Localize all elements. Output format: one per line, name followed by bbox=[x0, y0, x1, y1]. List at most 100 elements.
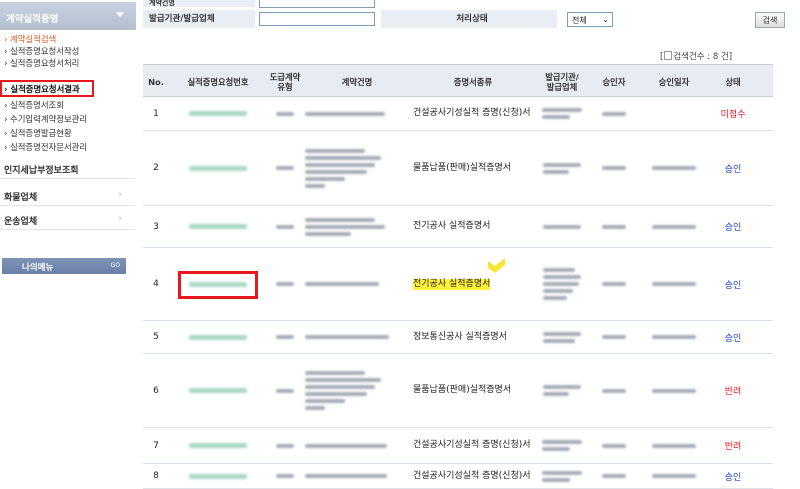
status-badge: 미접수 bbox=[720, 110, 746, 120]
sidebar-item-cert-inquiry[interactable]: › 실적증명서조회 bbox=[4, 99, 64, 111]
contract-name-input[interactable] bbox=[259, 0, 375, 8]
status-badge: 승인 bbox=[724, 472, 742, 483]
col-request-no: 실적증명요청번호 bbox=[187, 76, 249, 87]
sidebar-item-manual-contract[interactable]: › 수기입력계약정보관리 bbox=[4, 113, 87, 125]
approver bbox=[589, 354, 639, 427]
issuer bbox=[535, 206, 589, 247]
cert-type: 건설공사기성실적 증명(신청)서 bbox=[413, 440, 531, 450]
contract-name bbox=[305, 131, 409, 205]
contract-type bbox=[267, 354, 303, 427]
request-no-highlight bbox=[178, 271, 258, 299]
approval-date bbox=[639, 248, 709, 320]
result-count-bracket: [ bbox=[660, 52, 664, 62]
check-marker-icon bbox=[488, 258, 505, 273]
request-no-link[interactable] bbox=[169, 321, 267, 353]
sidebar-section-freight[interactable]: 화물업체 › bbox=[0, 184, 136, 206]
approval-date bbox=[639, 131, 709, 205]
contract-name bbox=[305, 464, 409, 488]
col-cert-type: 증명서종류 bbox=[453, 76, 493, 87]
col-contract-name: 계약건명 bbox=[341, 76, 373, 87]
contract-type bbox=[267, 97, 303, 130]
request-no-link[interactable] bbox=[169, 97, 267, 130]
section-label: 인지세납부정보조회 bbox=[4, 166, 79, 176]
approver bbox=[589, 321, 639, 353]
issuer bbox=[535, 464, 589, 488]
contract-type bbox=[267, 428, 303, 463]
chevron-down-icon: ⌄ bbox=[602, 15, 609, 24]
contract-type bbox=[267, 464, 303, 488]
cert-type: 정보통신공사 실적증명서 bbox=[413, 331, 507, 342]
sidebar-item-issue-status[interactable]: › 실적증명발급현황 bbox=[4, 127, 72, 139]
issuer-input[interactable] bbox=[259, 12, 375, 26]
status-badge: 승인 bbox=[724, 333, 742, 344]
section-label: 운송업체 bbox=[4, 217, 38, 227]
my-menu-button[interactable]: 나의메뉴 GO bbox=[2, 258, 126, 274]
table-row[interactable]: 3 전기공사 실적증명서 승인 bbox=[143, 206, 773, 248]
approver bbox=[589, 248, 639, 320]
table-row[interactable]: 6 물품납품(판매)실적증명서 반려 bbox=[143, 354, 773, 428]
table-row[interactable]: 1 건설공사기성실적 증명(신청)서 미접수 bbox=[143, 97, 773, 131]
approval-date bbox=[639, 97, 709, 130]
chevron-down-icon bbox=[116, 12, 124, 17]
sidebar-item-contract-search[interactable]: › 계약실적검색 bbox=[4, 33, 56, 45]
row-no: 5 bbox=[153, 332, 159, 342]
row-no: 7 bbox=[153, 440, 159, 451]
sidebar-item-edoc-manage[interactable]: › 실적증명전자문서관리 bbox=[4, 141, 87, 153]
cert-type: 전기공사 실적증명서 bbox=[413, 221, 491, 231]
table-header: No. 실적증명요청번호 도급계약 유형 계약건명 증명서종류 발급기관/ 발급… bbox=[143, 64, 773, 97]
contract-type bbox=[267, 206, 303, 247]
contract-type bbox=[267, 321, 303, 353]
approver bbox=[589, 428, 639, 463]
status-badge: 승인 bbox=[724, 164, 742, 175]
sidebar-item-request-process[interactable]: › 실적증명요청서처리 bbox=[4, 57, 79, 69]
request-no-link[interactable] bbox=[169, 206, 267, 247]
table-row[interactable]: 5 정보통신공사 실적증명서 승인 bbox=[143, 321, 773, 354]
table-row[interactable]: 8 건설공사기성실적 증명(신청)서 승인 bbox=[143, 464, 773, 489]
approver bbox=[589, 131, 639, 205]
approval-date bbox=[639, 354, 709, 427]
row-no: 6 bbox=[153, 385, 159, 396]
request-no-link[interactable] bbox=[169, 464, 267, 488]
contract-name bbox=[305, 354, 409, 427]
row-no: 4 bbox=[153, 279, 159, 289]
request-no-link[interactable] bbox=[169, 131, 267, 205]
col-contract-type: 도급계약 유형 bbox=[269, 71, 301, 92]
col-issuer: 발급기관/ 발급업체 bbox=[545, 71, 579, 92]
chevron-right-icon: › bbox=[118, 190, 122, 200]
selected-item-highlight bbox=[0, 80, 94, 97]
cert-type: 물품납품(판매)실적증명서 bbox=[413, 385, 512, 395]
col-approval-date: 승인일자 bbox=[658, 76, 690, 87]
status-select[interactable]: 전체 ⌄ bbox=[567, 12, 613, 27]
table-row[interactable]: 2 물품납품(판매)실적증명서 승인 bbox=[143, 131, 773, 206]
issuer bbox=[535, 321, 589, 353]
contract-type bbox=[267, 131, 303, 205]
issuer bbox=[535, 428, 589, 463]
approver bbox=[589, 464, 639, 488]
status-selected-value: 전체 bbox=[572, 16, 587, 25]
result-count: [검색건수 : 8 건] bbox=[660, 50, 732, 62]
section-label: 화물업체 bbox=[4, 193, 38, 203]
sidebar-section-stamp-tax[interactable]: 인지세납부정보조회 bbox=[0, 157, 136, 179]
sidebar-section-transport[interactable]: 운송업체 › bbox=[0, 208, 136, 230]
approver bbox=[589, 206, 639, 247]
contract-name bbox=[305, 428, 409, 463]
cert-type: 물품납품(판매)실적증명서 bbox=[413, 162, 512, 173]
col-status: 상태 bbox=[725, 76, 741, 87]
search-button[interactable]: 검색 bbox=[755, 12, 785, 28]
status-badge: 승인 bbox=[724, 223, 742, 233]
cert-type: 건설공사기성실적 증명(신청)서 bbox=[413, 470, 531, 481]
table-row[interactable]: 7 건설공사기성실적 증명(신청)서 반려 bbox=[143, 428, 773, 464]
request-no-link[interactable] bbox=[169, 428, 267, 463]
sidebar-item-request-write[interactable]: › 실적증명요청서작성 bbox=[4, 45, 79, 57]
approval-date bbox=[639, 321, 709, 353]
col-approver: 승인자 bbox=[602, 76, 626, 87]
request-no-link[interactable] bbox=[169, 354, 267, 427]
document-icon bbox=[664, 51, 673, 60]
contract-name bbox=[305, 206, 409, 247]
status-badge: 반려 bbox=[724, 387, 742, 397]
sidebar-header[interactable]: 계약실적증명 bbox=[0, 2, 136, 30]
approval-date bbox=[639, 206, 709, 247]
chevron-right-icon: › bbox=[118, 214, 122, 224]
approval-date bbox=[639, 428, 709, 463]
row-no: 3 bbox=[153, 221, 159, 232]
